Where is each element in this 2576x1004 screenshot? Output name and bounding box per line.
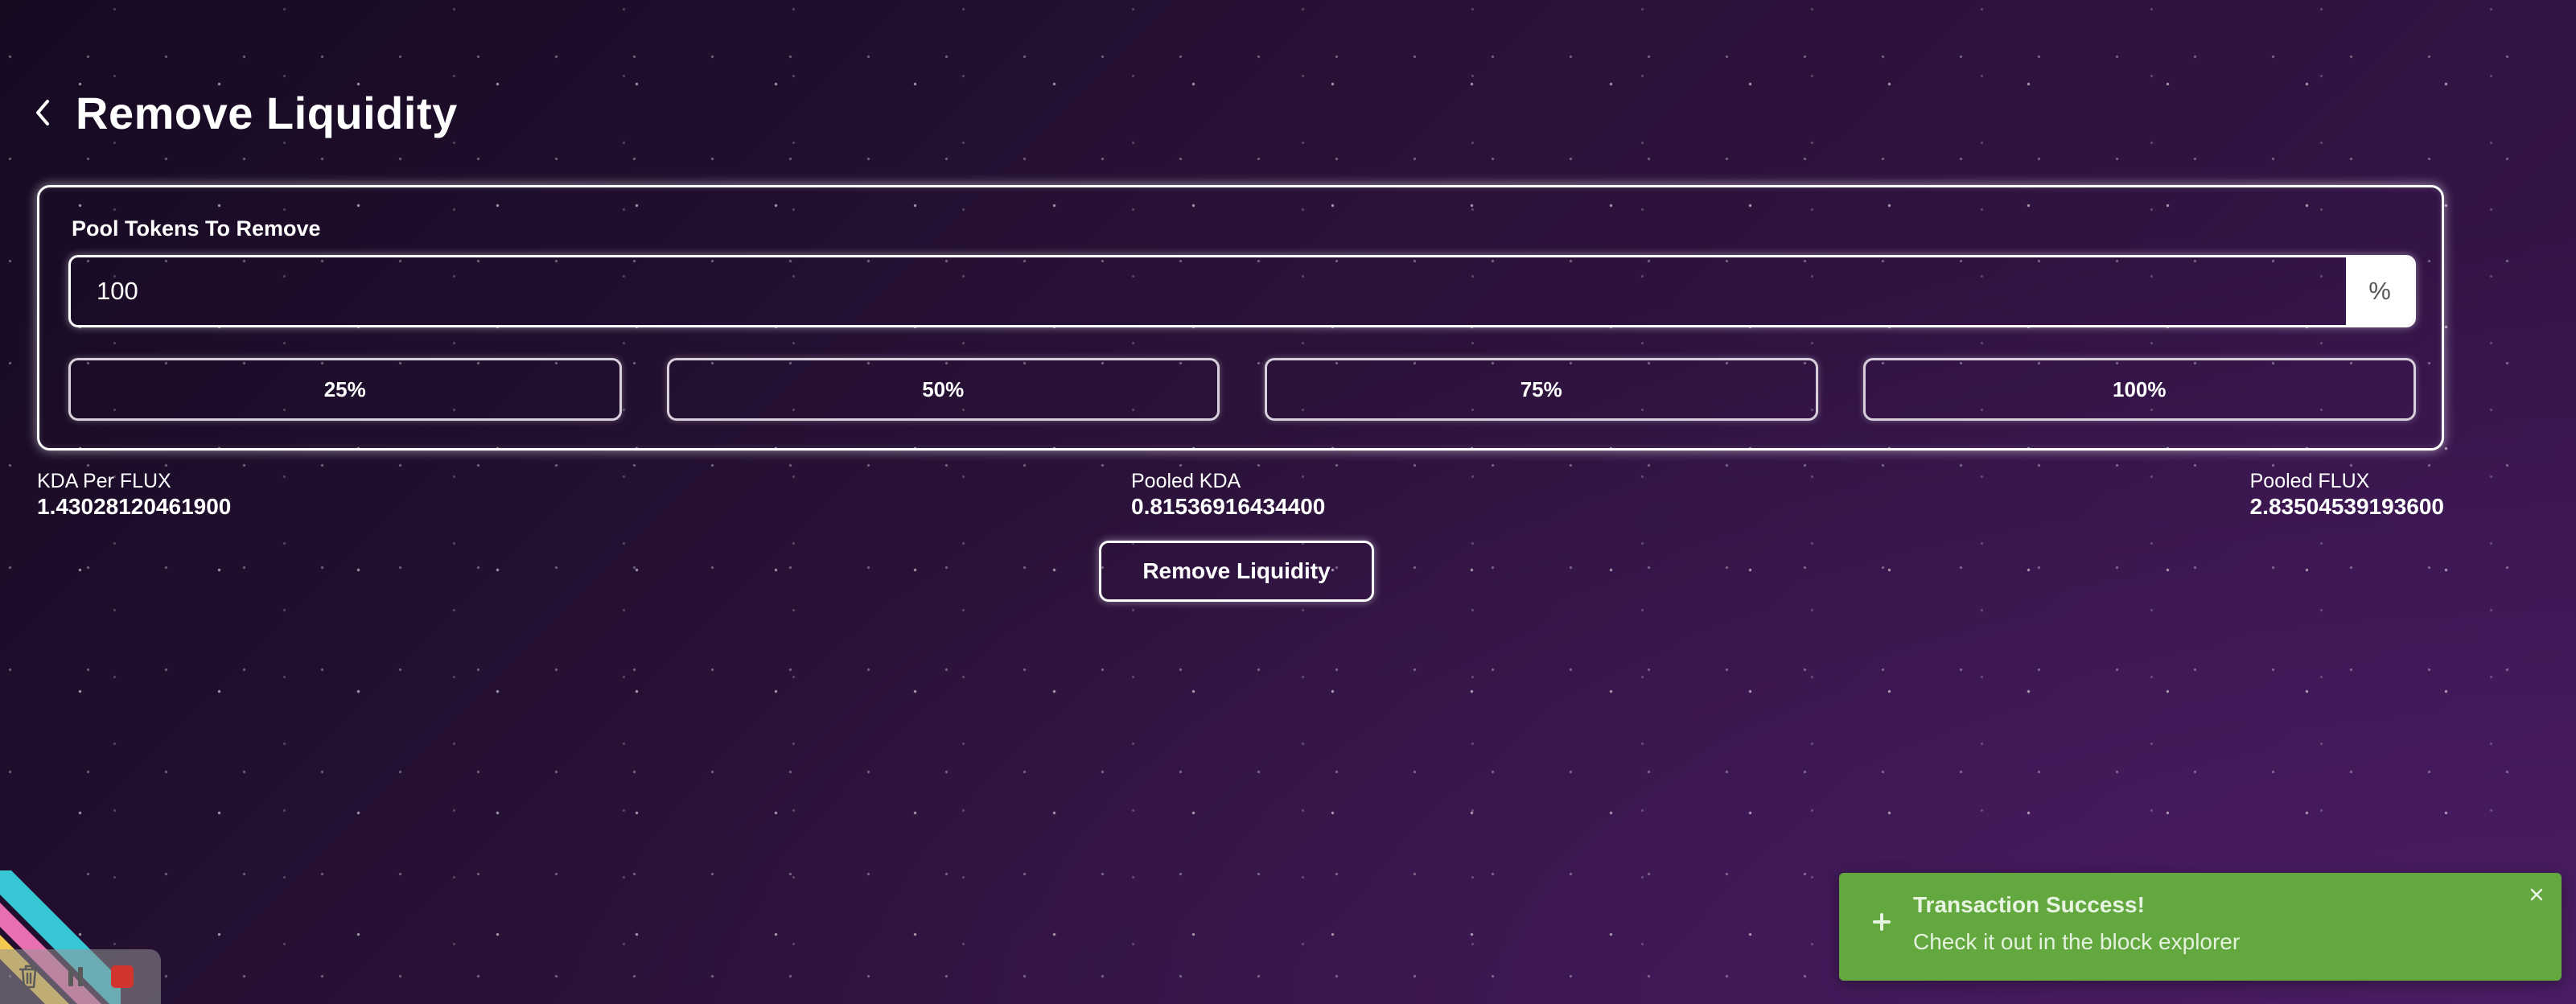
percent-100-button[interactable]: 100% [1862, 358, 2416, 421]
stat-kda-per-flux: KDA Per FLUX 1.43028120461900 [37, 468, 231, 520]
toast-title: Transaction Success! [1913, 892, 2145, 917]
remove-liquidity-button[interactable]: Remove Liquidity [1099, 541, 1374, 602]
percent-amount-input[interactable] [71, 257, 2346, 325]
stat-value: 0.81536916434400 [1131, 494, 1326, 519]
percent-suffix: % [2346, 257, 2413, 325]
stat-label: Pooled FLUX [2249, 470, 2370, 492]
trash-icon[interactable] [14, 962, 43, 991]
pool-stats: KDA Per FLUX 1.43028120461900 Pooled KDA… [37, 468, 2444, 525]
pause-icon[interactable] [61, 962, 90, 991]
stat-label: KDA Per FLUX [37, 470, 171, 492]
percent-50-button[interactable]: 50% [666, 358, 1220, 421]
stat-pooled-kda: Pooled KDA 0.81536916434400 [1131, 468, 1325, 520]
percent-quick-buttons: 25% 50% 75% 100% [68, 358, 2416, 421]
page-title: Remove Liquidity [76, 87, 458, 138]
page-header: Remove Liquidity [34, 80, 458, 145]
close-icon[interactable] [2526, 884, 2547, 905]
transaction-success-toast[interactable]: Transaction Success! Check it out in the… [1839, 873, 2562, 981]
stat-label: Pooled KDA [1131, 470, 1241, 492]
chevron-left-icon[interactable] [34, 97, 55, 129]
plus-icon [1870, 910, 1894, 934]
stat-value: 2.83504539193600 [2249, 494, 2444, 519]
percent-75-button[interactable]: 75% [1265, 358, 1818, 421]
stat-value: 1.43028120461900 [37, 494, 232, 519]
percent-25-button[interactable]: 25% [68, 358, 622, 421]
amount-input-group: % [68, 255, 2416, 327]
remove-liquidity-card: Pool Tokens To Remove % 25% 50% 75% 100% [37, 185, 2444, 451]
stat-pooled-flux: Pooled FLUX 2.83504539193600 [2250, 468, 2444, 520]
toast-message: Check it out in the block explorer [1913, 929, 2241, 954]
stop-icon[interactable] [108, 962, 137, 991]
pool-tokens-label: Pool Tokens To Remove [72, 216, 321, 241]
screen-recorder-controls [0, 949, 161, 1004]
